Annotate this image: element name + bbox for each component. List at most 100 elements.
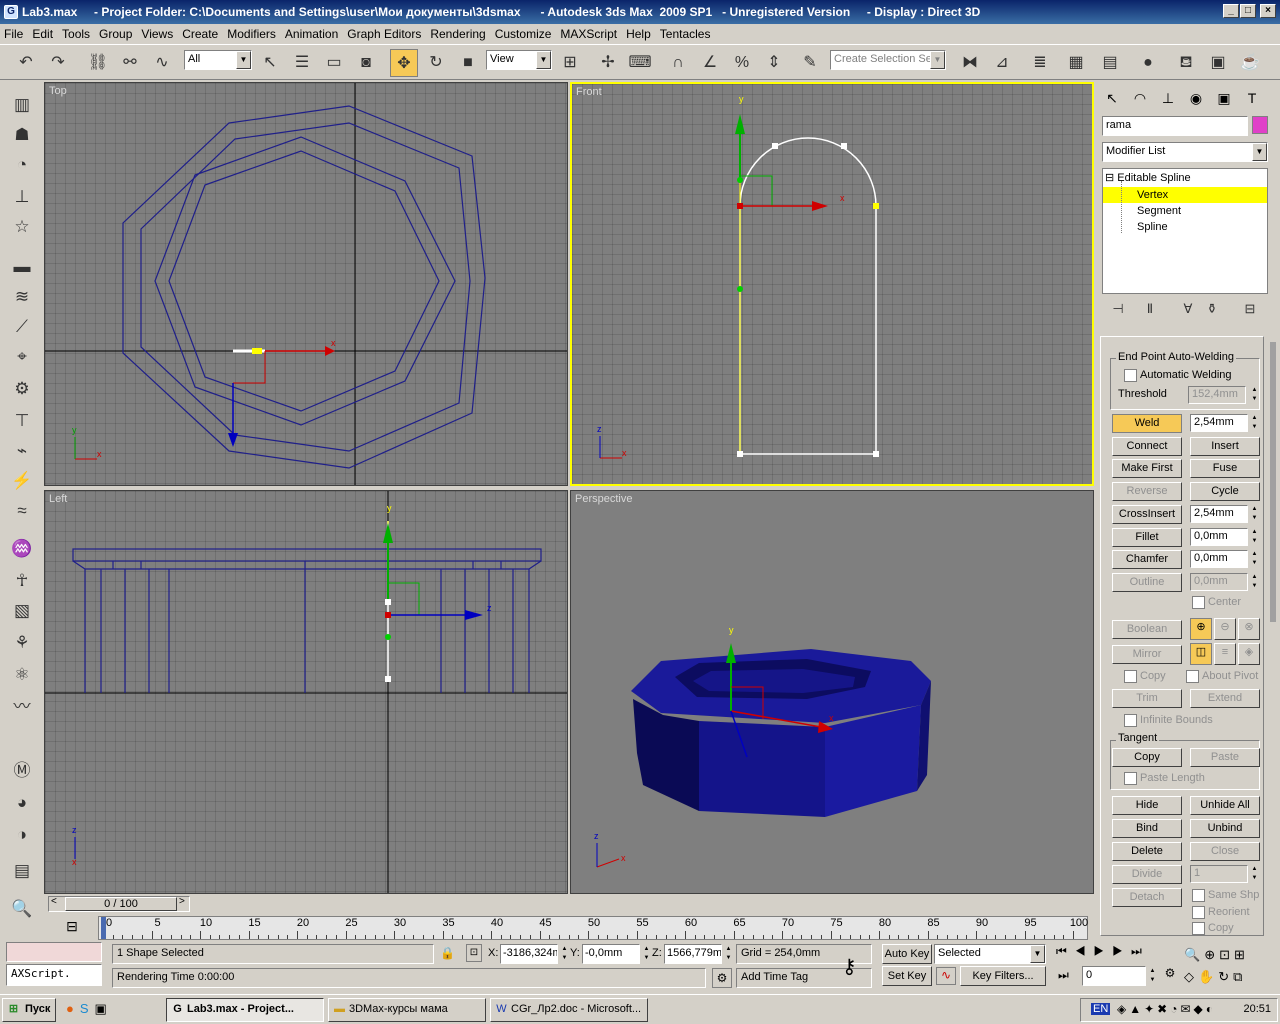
taskbar-3dmax-folder[interactable]: ▬ 3DMax-курсы мама (328, 998, 486, 1022)
align-icon[interactable]: ⊿ (988, 49, 1016, 77)
tentacle-tool-icon-22[interactable]: ◕ (9, 790, 35, 816)
outline-spinner[interactable]: ▲ ▼ (1250, 573, 1259, 591)
boolean-union-icon[interactable]: ⊕ (1190, 618, 1212, 640)
viewport-left[interactable]: Left y z z x (44, 490, 568, 894)
auto-key-button[interactable]: Auto Key (882, 944, 932, 964)
boolean-intersect-icon[interactable]: ⊗ (1238, 618, 1260, 640)
absolute-relative-toggle-icon[interactable]: ⊡ (466, 944, 482, 962)
current-frame-marker[interactable] (101, 917, 106, 939)
select-manipulate-icon[interactable]: ✢ (594, 49, 622, 77)
crossinsert-button[interactable]: CrossInsert (1112, 505, 1182, 524)
tentacle-tool-icon-19[interactable]: ⚛ (9, 662, 35, 688)
curve-editor-icon[interactable]: ▦ (1062, 49, 1090, 77)
z-coord-field[interactable]: 1566,779m (664, 944, 722, 964)
object-color-swatch[interactable] (1252, 116, 1268, 134)
viewport-top[interactable]: Top x y x (44, 82, 568, 486)
weld-button[interactable]: Weld (1112, 414, 1182, 433)
remove-modifier-icon[interactable]: ⚱ (1200, 298, 1224, 320)
spinner-snap-icon[interactable]: ⇕ (760, 49, 788, 77)
fillet-button[interactable]: Fillet (1112, 528, 1182, 547)
trackbar-toggle-icon[interactable]: ⊟ (52, 918, 92, 936)
close-button[interactable]: × (1260, 4, 1276, 18)
zoom-extents-icon[interactable]: ⊡ (1219, 947, 1234, 962)
mirror-button[interactable]: Mirror (1112, 645, 1182, 664)
go-to-end-icon[interactable]: ⏭ (1131, 944, 1150, 958)
viewport-perspective[interactable]: Perspective y x z x (570, 490, 1094, 894)
delete-button[interactable]: Delete (1112, 842, 1182, 861)
language-indicator[interactable]: EN (1091, 1003, 1111, 1015)
tangent-copy-button[interactable]: Copy (1112, 748, 1182, 767)
tentacle-tool-icon-4[interactable]: ⊥ (9, 184, 35, 210)
unlink-icon[interactable]: ⚯ (116, 49, 144, 77)
play-icon[interactable]: ▶ (1094, 944, 1113, 958)
copy-detach-checkbox[interactable]: Copy (1192, 922, 1234, 935)
tentacle-tool-icon-1[interactable]: ▥ (9, 92, 35, 118)
time-tag-icon[interactable]: ⚙ (712, 968, 732, 988)
copy-checkbox[interactable]: Copy (1124, 670, 1166, 683)
viewport-front[interactable]: Front y x z x (570, 82, 1094, 486)
threshold-field[interactable]: 152,4mm (1188, 386, 1246, 404)
selection-lock-icon[interactable]: 🔒 (440, 946, 455, 960)
menu-customize[interactable]: Customize (491, 24, 557, 41)
mirror-icon[interactable]: ⧓ (956, 49, 984, 77)
reverse-button[interactable]: Reverse (1112, 482, 1182, 501)
bind-button[interactable]: Bind (1112, 819, 1182, 838)
key-mode-dropdown[interactable]: Selected ▼ (934, 944, 1046, 964)
zoom-extents-all-icon[interactable]: ⊞ (1234, 947, 1249, 962)
menu-maxscript[interactable]: MAXScript (556, 24, 622, 41)
named-selection-set-dropdown[interactable]: Create Selection Set ▼ (830, 50, 946, 70)
keyboard-shortcut-icon[interactable]: ⌨ (626, 49, 654, 77)
set-key-button[interactable]: Set Key (882, 966, 932, 986)
current-frame-field[interactable]: 0 (1082, 966, 1146, 986)
weld-spinner[interactable]: ▲ ▼ (1250, 414, 1259, 432)
menu-modifiers[interactable]: Modifiers (223, 24, 281, 41)
tentacle-tool-icon-12[interactable]: ⌁ (9, 438, 35, 464)
menu-tentacles[interactable]: Tentacles (656, 24, 716, 41)
angle-snap-icon[interactable]: ∠ (696, 49, 724, 77)
rect-selection-icon[interactable]: ▭ (320, 49, 348, 77)
key-mode-toggle-icon[interactable]: ⏭ (1058, 968, 1069, 983)
layer-manager-icon[interactable]: ≣ (1026, 49, 1054, 77)
trim-button[interactable]: Trim (1112, 689, 1182, 708)
zoom-icon[interactable]: 🔍 (1184, 947, 1204, 962)
infinite-bounds-checkbox[interactable]: Infinite Bounds (1124, 714, 1213, 727)
stack-item-spline[interactable]: Spline (1137, 221, 1168, 233)
tentacle-tool-icon-5[interactable]: ☆ (9, 214, 35, 240)
time-slider-prev-icon[interactable]: < (51, 896, 61, 907)
render-teapot-icon[interactable]: ☕ (1236, 49, 1264, 77)
tentacle-tool-icon-7[interactable]: ≋ (9, 284, 35, 310)
tentacle-tool-icon-16[interactable]: ☥ (9, 568, 35, 594)
maximize-viewport-icon[interactable]: ⧉ (1233, 969, 1246, 984)
select-scale-icon[interactable]: ■ (454, 49, 482, 77)
configure-modifier-sets-icon[interactable]: ⊟ (1238, 298, 1262, 320)
pivot-center-icon[interactable]: ⊞ (556, 49, 584, 77)
connect-button[interactable]: Connect (1112, 437, 1182, 456)
fillet-field[interactable]: 0,0mm (1190, 528, 1248, 546)
hide-button[interactable]: Hide (1112, 796, 1182, 815)
outline-field[interactable]: 0,0mm (1190, 573, 1248, 591)
center-checkbox[interactable]: Center (1192, 596, 1241, 609)
pan-view-icon[interactable]: ✋ (1198, 969, 1218, 984)
next-frame-icon[interactable]: ▶ (1112, 944, 1131, 958)
fillet-spinner[interactable]: ▲ ▼ (1250, 528, 1259, 546)
create-tab-icon[interactable]: ↖ (1100, 86, 1124, 110)
frame-counter[interactable]: 0 / 100 (65, 897, 177, 911)
divide-button[interactable]: Divide (1112, 865, 1182, 884)
boolean-subtract-icon[interactable]: ⊖ (1214, 618, 1236, 640)
minimize-button[interactable]: _ (1223, 4, 1239, 18)
boolean-button[interactable]: Boolean (1112, 620, 1182, 639)
edit-named-selection-icon[interactable]: ✎ (796, 49, 824, 77)
menu-group[interactable]: Group (95, 24, 137, 41)
mirror-horizontal-icon[interactable]: ◫ (1190, 643, 1212, 665)
mirror-both-icon[interactable]: ◈ (1238, 643, 1260, 665)
taskbar-word-doc[interactable]: W CGr_Лр2.doc - Microsoft... (490, 998, 648, 1022)
divide-field[interactable]: 1 (1190, 865, 1248, 883)
zoom-all-icon[interactable]: ⊕ (1204, 947, 1219, 962)
tentacle-tool-icon-20[interactable]: 〰 (9, 694, 35, 720)
time-slider-next-icon[interactable]: > (179, 896, 189, 907)
tentacle-tool-icon-6[interactable]: ▬ (9, 254, 35, 280)
y-coord-spinner[interactable]: ▲ ▼ (642, 945, 651, 963)
skype-icon[interactable]: S (80, 1001, 95, 1016)
about-pivot-checkbox[interactable]: About Pivot (1186, 670, 1258, 683)
select-rotate-icon[interactable]: ↻ (422, 49, 450, 77)
